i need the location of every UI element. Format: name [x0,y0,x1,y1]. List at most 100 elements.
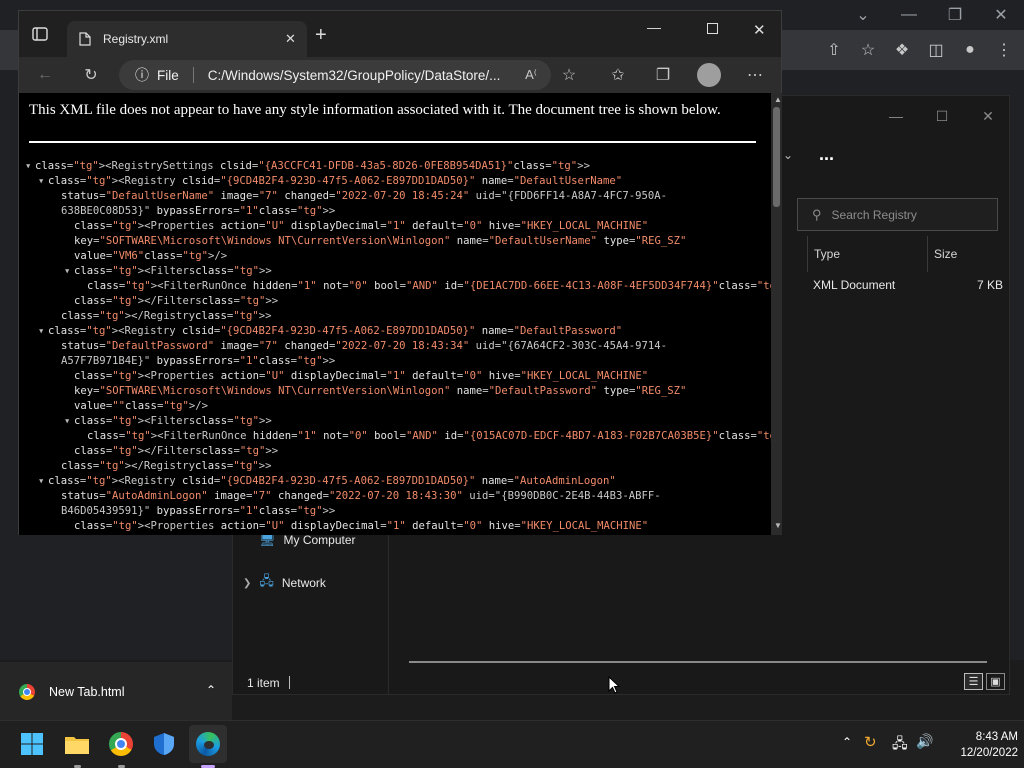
network-tray-icon[interactable]: 🖧 [892,733,908,757]
chevron-down-icon[interactable]: ⌄ [783,148,793,162]
xml-line: key="SOFTWARE\Microsoft\Windows NT\Curre… [25,234,769,249]
tab-registry-xml[interactable]: Registry.xml ✕ [67,21,307,57]
taskbar-clock[interactable]: 8:43 AM 12/20/2022 [938,729,1018,761]
profile-icon[interactable]: ● [956,36,984,64]
column-header-size[interactable]: Size [934,247,957,261]
security-shield-icon[interactable] [145,725,183,763]
xml-line: key="SOFTWARE\Microsoft\Windows NT\Curre… [25,384,769,399]
xml-line-text: status="AutoAdminLogon" image="7" change… [61,490,661,502]
address-bar[interactable]: ⓘ File C:/Windows/System32/GroupPolicy/D… [119,60,551,90]
search-input[interactable]: ⚲ Search Registry [797,198,998,231]
clock-date: 12/20/2022 [960,747,1018,759]
network-icon: 🖧 [259,573,274,588]
explorer-window-controls: — ☐ ✕ [873,96,1011,136]
details-view-icon[interactable]: ☰ [964,673,983,690]
extensions-icon[interactable]: ❖ [888,36,916,64]
share-icon[interactable]: ⇧ [820,36,848,64]
xml-line-text: value=""class="tg">/> [74,400,208,412]
tiles-view-icon[interactable]: ▣ [986,673,1005,690]
xml-line: A57F7B971B4E}" bypassErrors="1"class="tg… [25,354,769,369]
document-icon [79,32,91,46]
close-icon[interactable]: ✕ [753,21,766,39]
xml-line-text: class="tg"></Filtersclass="tg">> [74,445,279,457]
xml-line-text: class="tg"><Filtersclass="tg">> [74,265,272,277]
maximize-icon[interactable]: ☐ [919,96,965,136]
close-tab-icon[interactable]: ✕ [285,31,296,47]
xml-line[interactable]: ▾ class="tg"><Registry clsid="{9CD4B2F4-9… [25,174,769,189]
scroll-down-icon[interactable]: ▼ [774,521,782,530]
close-icon[interactable]: ✕ [965,96,1011,136]
xml-line-text: value="VM6"class="tg">/> [74,250,228,262]
column-header-type[interactable]: Type [814,247,840,261]
nav-item-network[interactable]: ❯ 🖧 Network [243,572,326,594]
xml-line: class="tg"><FilterRunOnce hidden="1" not… [25,279,771,294]
collapse-toggle-icon[interactable]: ▾ [64,414,74,429]
xml-line[interactable]: ▾ class="tg"><Registry clsid="{9CD4B2F4-9… [25,324,769,339]
file-type-cell[interactable]: XML Document [813,278,895,292]
collapse-toggle-icon[interactable]: ▾ [25,159,35,174]
scroll-up-icon[interactable]: ▲ [774,95,782,104]
back-icon[interactable]: ← [31,61,59,89]
chevron-up-icon[interactable]: ⌃ [206,683,216,697]
xml-line-text: 638BE0C08D53}" bypassErrors="1"class="tg… [61,205,336,217]
maximize-icon[interactable] [707,23,718,34]
xml-line-text: class="tg"></Registryclass="tg">> [61,460,272,472]
profile-avatar-icon[interactable] [697,63,721,87]
nav-item-label: My Computer [283,533,356,547]
start-icon[interactable] [13,725,51,763]
restore-icon[interactable]: ❐ [932,0,978,30]
xml-line-text: A57F7B971B4E}" bypassErrors="1"class="tg… [61,355,336,367]
xml-line[interactable]: ▾ class="tg"><RegistrySettings clsid="{A3… [25,159,769,174]
minimize-icon[interactable]: — [873,96,919,136]
xml-line: class="tg"><Properties action="U" displa… [25,519,769,534]
xml-tree: ▾ class="tg"><RegistrySettings clsid="{A3… [25,159,771,534]
see-more-button[interactable]: ... [819,144,834,165]
xml-line-text: class="tg"><RegistrySettings clsid="{A3C… [35,160,590,172]
xml-line-text: class="tg"><Registry clsid="{9CD4B2F4-92… [48,475,616,487]
chevron-up-icon[interactable]: ⌃ [842,735,852,749]
edge-toolbar: ← ↻ ⓘ File C:/Windows/System32/GroupPoli… [19,57,781,93]
settings-more-icon[interactable]: ⋯ [741,61,769,89]
new-tab-icon[interactable]: + [315,24,327,47]
download-item-label[interactable]: New Tab.html [49,685,125,699]
read-aloud-icon[interactable]: A⁽ [517,61,545,89]
close-icon[interactable]: ✕ [978,0,1024,30]
mouse-cursor-icon [608,676,620,694]
xml-line[interactable]: ▾ class="tg"><Filtersclass="tg">> [25,414,769,429]
horizontal-scrollbar[interactable] [409,661,987,663]
xml-line: class="tg"></Registryclass="tg">> [25,459,769,474]
tab-actions-icon[interactable] [31,25,49,43]
collapse-toggle-icon[interactable]: ▾ [38,324,48,339]
xml-line-text: class="tg"><Properties action="U" displa… [74,520,649,532]
vertical-scrollbar[interactable]: ▲ ▼ [771,93,782,535]
xml-line-text: class="tg"><Properties action="U" displa… [74,220,649,232]
download-bar: New Tab.html ⌃ [0,662,232,722]
scrollbar-thumb[interactable] [773,107,780,207]
chevron-down-icon[interactable]: ⌄ [840,0,886,30]
chevron-right-icon: ❯ [243,577,252,589]
menu-icon[interactable]: ⋮ [990,36,1018,64]
volume-icon[interactable]: 🔊 [916,733,933,750]
file-explorer-icon[interactable] [58,725,96,763]
xml-line: value=""class="tg">/> [25,399,769,414]
add-favorite-icon[interactable]: ☆ [555,61,583,89]
file-size-cell[interactable]: 7 KB [977,278,1003,292]
collapse-toggle-icon[interactable]: ▾ [38,174,48,189]
column-divider [807,236,808,272]
edge-taskbar-icon[interactable] [189,725,227,763]
collections-icon[interactable]: ❐ [649,61,677,89]
refresh-icon[interactable]: ↻ [77,61,105,89]
star-icon[interactable]: ☆ [854,36,882,64]
update-icon[interactable]: ↻ [864,733,877,751]
minimize-icon[interactable]: — [886,0,932,30]
xml-line[interactable]: ▾ class="tg"><Filtersclass="tg">> [25,264,769,279]
side-panel-icon[interactable]: ◫ [922,36,950,64]
xml-line-text: class="tg"><Filtersclass="tg">> [74,415,272,427]
collapse-toggle-icon[interactable]: ▾ [38,474,48,489]
favorites-icon[interactable]: ✩ [604,61,632,89]
collapse-toggle-icon[interactable]: ▾ [64,264,74,279]
nav-item-label: Network [281,576,326,590]
chrome-taskbar-icon[interactable] [102,725,140,763]
minimize-icon[interactable]: — [647,19,661,35]
xml-line[interactable]: ▾ class="tg"><Registry clsid="{9CD4B2F4-9… [25,474,769,489]
